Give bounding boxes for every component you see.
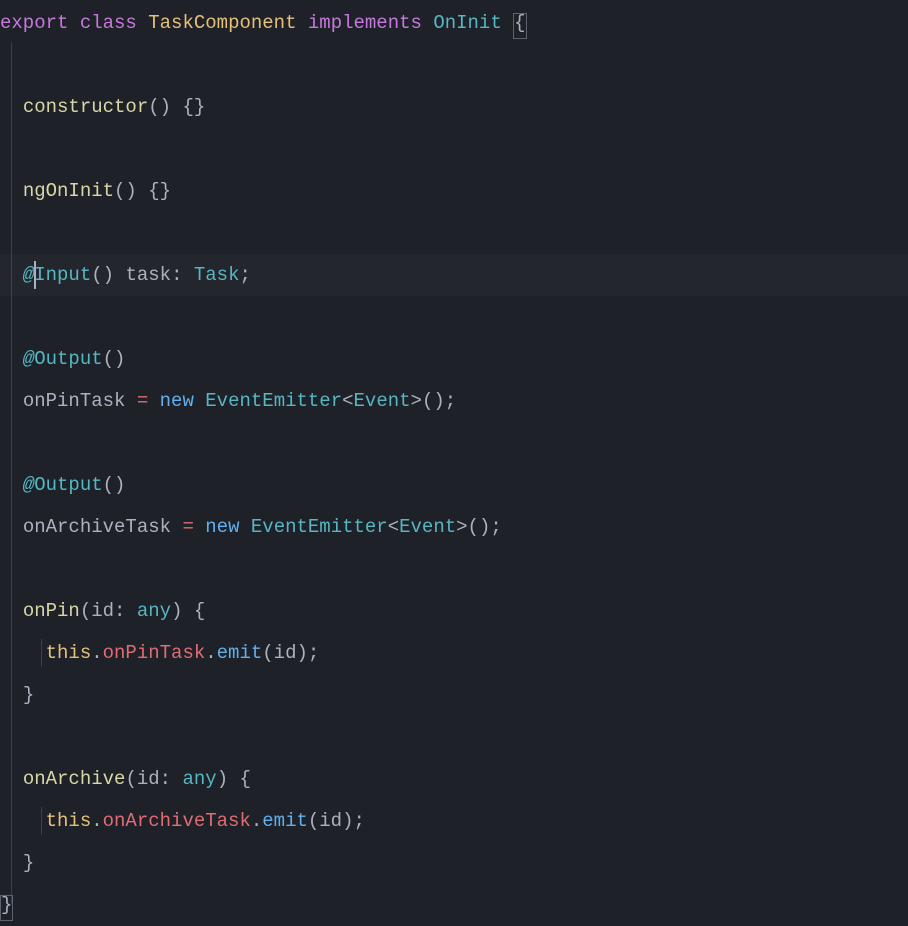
- type-task: Task: [194, 264, 240, 286]
- decorator-input: Input: [34, 264, 91, 286]
- parens: (): [91, 264, 114, 286]
- method-emit: emit: [262, 810, 308, 832]
- interface-name: OnInit: [433, 12, 501, 34]
- code-line[interactable]: onArchiveTask = new EventEmitter<Event>(…: [0, 506, 908, 548]
- parens: (): [114, 180, 137, 202]
- code-line-blank[interactable]: [0, 422, 908, 464]
- text-cursor-icon: [34, 261, 36, 289]
- property-onpintask: onPinTask: [103, 642, 206, 664]
- bracket-match-open-icon: {: [513, 13, 526, 39]
- keyword-class: class: [80, 12, 137, 34]
- keyword-this: this: [46, 810, 92, 832]
- property-onpintask: onPinTask: [23, 390, 126, 412]
- class-name: TaskComponent: [148, 12, 296, 34]
- brace-close: }: [23, 852, 34, 874]
- decorator-output: Output: [34, 474, 102, 496]
- code-line[interactable]: onPin(id: any) {: [0, 590, 908, 632]
- param-id: id: [137, 768, 160, 790]
- braces: {}: [148, 180, 171, 202]
- method-emit: emit: [217, 642, 263, 664]
- code-line-blank[interactable]: [0, 548, 908, 590]
- indent-guide: [41, 807, 42, 835]
- method-constructor: constructor: [23, 96, 148, 118]
- method-ngoninit: ngOnInit: [23, 180, 114, 202]
- bracket-match-close-icon: }: [0, 895, 13, 921]
- keyword-export: export: [0, 12, 68, 34]
- operator-eq: =: [137, 390, 148, 412]
- keyword-this: this: [46, 642, 92, 664]
- type-event: Event: [399, 516, 456, 538]
- code-line[interactable]: @Output(): [0, 464, 908, 506]
- arg-id: id: [274, 642, 297, 664]
- type-any: any: [137, 600, 171, 622]
- property-onarchivetask: onArchiveTask: [103, 810, 251, 832]
- parens: (): [103, 348, 126, 370]
- code-editor[interactable]: export class TaskComponent implements On…: [0, 0, 908, 926]
- operator-eq: =: [182, 516, 193, 538]
- parens: (): [103, 474, 126, 496]
- braces: {}: [182, 96, 205, 118]
- code-line[interactable]: this.onPinTask.emit(id);: [0, 632, 908, 674]
- code-line[interactable]: }: [0, 842, 908, 884]
- code-line[interactable]: constructor() {}: [0, 86, 908, 128]
- decorator-at: @: [23, 474, 34, 496]
- code-line[interactable]: this.onArchiveTask.emit(id);: [0, 800, 908, 842]
- code-line-blank[interactable]: [0, 212, 908, 254]
- code-line-active[interactable]: @Input() task: Task;: [0, 254, 908, 296]
- type-any: any: [182, 768, 216, 790]
- parens: (): [148, 96, 171, 118]
- decorator-output: Output: [34, 348, 102, 370]
- method-onpin: onPin: [23, 600, 80, 622]
- code-line[interactable]: export class TaskComponent implements On…: [0, 2, 908, 44]
- class-eventemitter: EventEmitter: [251, 516, 388, 538]
- keyword-new: new: [205, 516, 239, 538]
- keyword-new: new: [160, 390, 194, 412]
- class-eventemitter: EventEmitter: [205, 390, 342, 412]
- property-task: task: [125, 264, 171, 286]
- code-line[interactable]: }: [0, 884, 908, 926]
- code-line[interactable]: onPinTask = new EventEmitter<Event>();: [0, 380, 908, 422]
- keyword-implements: implements: [308, 12, 422, 34]
- type-event: Event: [354, 390, 411, 412]
- code-line[interactable]: onArchive(id: any) {: [0, 758, 908, 800]
- arg-id: id: [319, 810, 342, 832]
- code-line-blank[interactable]: [0, 44, 908, 86]
- decorator-at: @: [23, 264, 34, 286]
- param-id: id: [91, 600, 114, 622]
- code-line-blank[interactable]: [0, 296, 908, 338]
- code-line[interactable]: }: [0, 674, 908, 716]
- code-line[interactable]: @Output(): [0, 338, 908, 380]
- property-onarchivetask: onArchiveTask: [23, 516, 171, 538]
- indent-guide: [41, 639, 42, 667]
- code-line-blank[interactable]: [0, 716, 908, 758]
- method-onarchive: onArchive: [23, 768, 126, 790]
- code-line-blank[interactable]: [0, 128, 908, 170]
- brace-close: }: [23, 684, 34, 706]
- decorator-at: @: [23, 348, 34, 370]
- code-line[interactable]: ngOnInit() {}: [0, 170, 908, 212]
